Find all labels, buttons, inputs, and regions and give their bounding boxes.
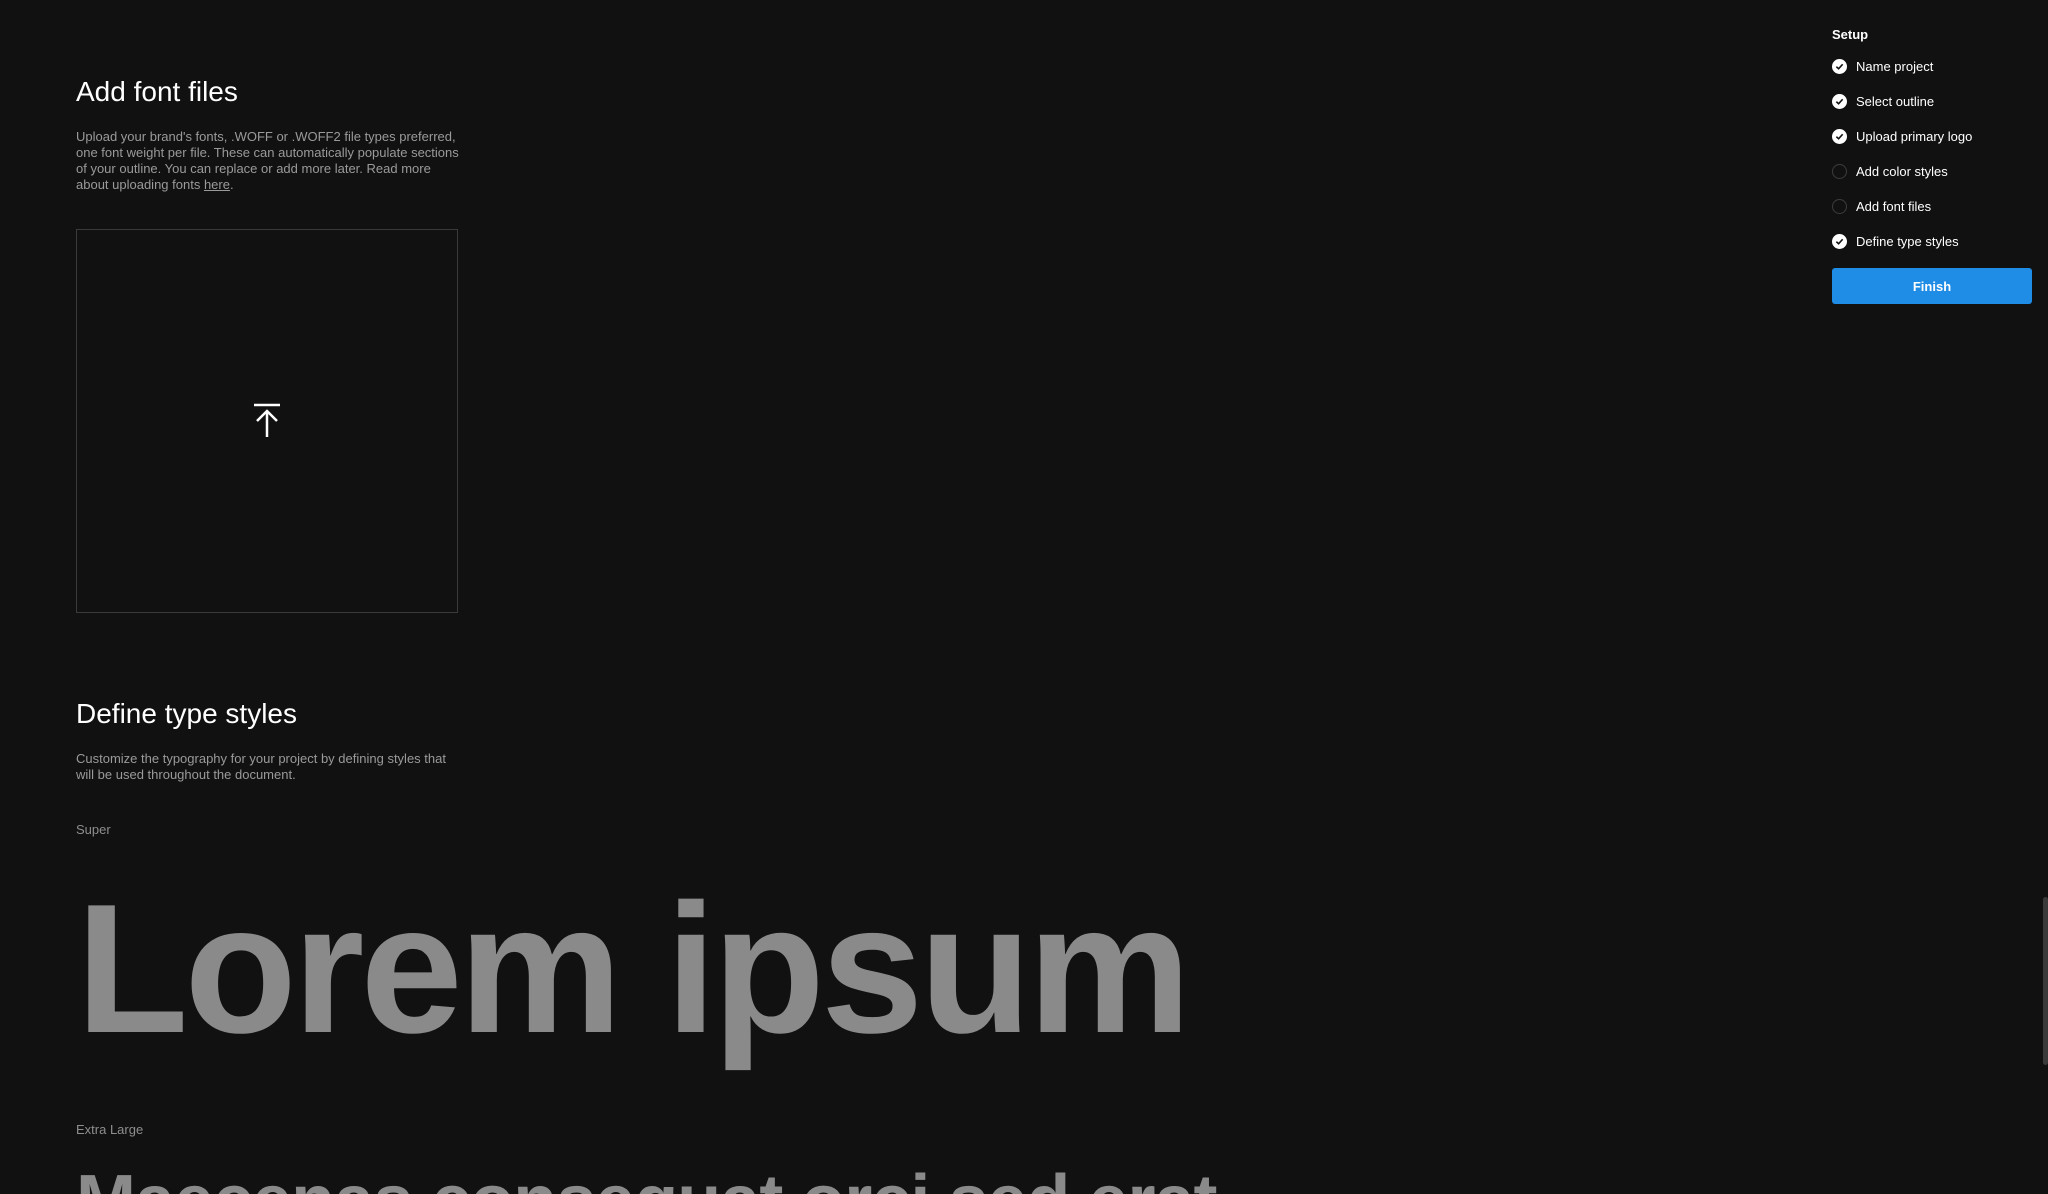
check-circle-icon <box>1832 58 1847 74</box>
setup-step-name-project[interactable]: Name project <box>1832 56 1933 76</box>
setup-step-label: Upload primary logo <box>1856 128 1973 144</box>
check-circle-icon <box>1832 93 1847 109</box>
scrollbar-thumb[interactable] <box>2043 897 2048 1065</box>
setup-step-select-outline[interactable]: Select outline <box>1832 91 1934 111</box>
upload-arrow-icon <box>254 403 280 437</box>
setup-step-define-type-styles[interactable]: Define type styles <box>1832 231 1959 251</box>
upload-fonts-help-link[interactable]: here <box>204 177 230 192</box>
type-style-label-extra-large: Extra Large <box>76 1122 144 1137</box>
finish-button[interactable]: Finish <box>1832 268 2032 304</box>
setup-title: Setup <box>1832 27 1869 42</box>
fonts-description-period: . <box>229 177 234 192</box>
type-style-label-super: Super <box>76 822 111 837</box>
setup-step-label: Name project <box>1856 58 1934 74</box>
setup-step-add-color-styles[interactable]: Add color styles <box>1832 161 1948 181</box>
type-styles-section-title: Define type styles <box>76 698 297 729</box>
setup-step-label: Add color styles <box>1856 163 1948 179</box>
fonts-description-text: Upload your brand's fonts, .WOFF or .WOF… <box>76 129 459 192</box>
empty-circle-icon <box>1832 163 1847 179</box>
type-style-sample-super[interactable]: Lorem ipsum <box>76 858 1191 1078</box>
check-circle-icon <box>1832 233 1847 249</box>
setup-step-label: Define type styles <box>1856 233 1959 249</box>
fonts-section-description: Upload your brand's fonts, .WOFF or .WOF… <box>76 129 466 193</box>
font-upload-dropzone[interactable] <box>76 229 458 613</box>
page: Add font files Upload your brand's fonts… <box>0 0 2048 1194</box>
check-circle-icon <box>1832 128 1847 144</box>
setup-step-upload-primary-logo[interactable]: Upload primary logo <box>1832 126 1972 146</box>
fonts-section-title: Add font files <box>76 76 238 107</box>
setup-step-label: Add font files <box>1856 198 1932 214</box>
setup-step-label: Select outline <box>1856 93 1935 109</box>
setup-step-add-font-files[interactable]: Add font files <box>1832 196 1931 216</box>
type-styles-section-description: Customize the typography for your projec… <box>76 751 446 782</box>
empty-circle-icon <box>1832 198 1847 214</box>
type-style-sample-extra-large[interactable]: Maecenas consequat orci sed erat <box>76 1156 1217 1194</box>
